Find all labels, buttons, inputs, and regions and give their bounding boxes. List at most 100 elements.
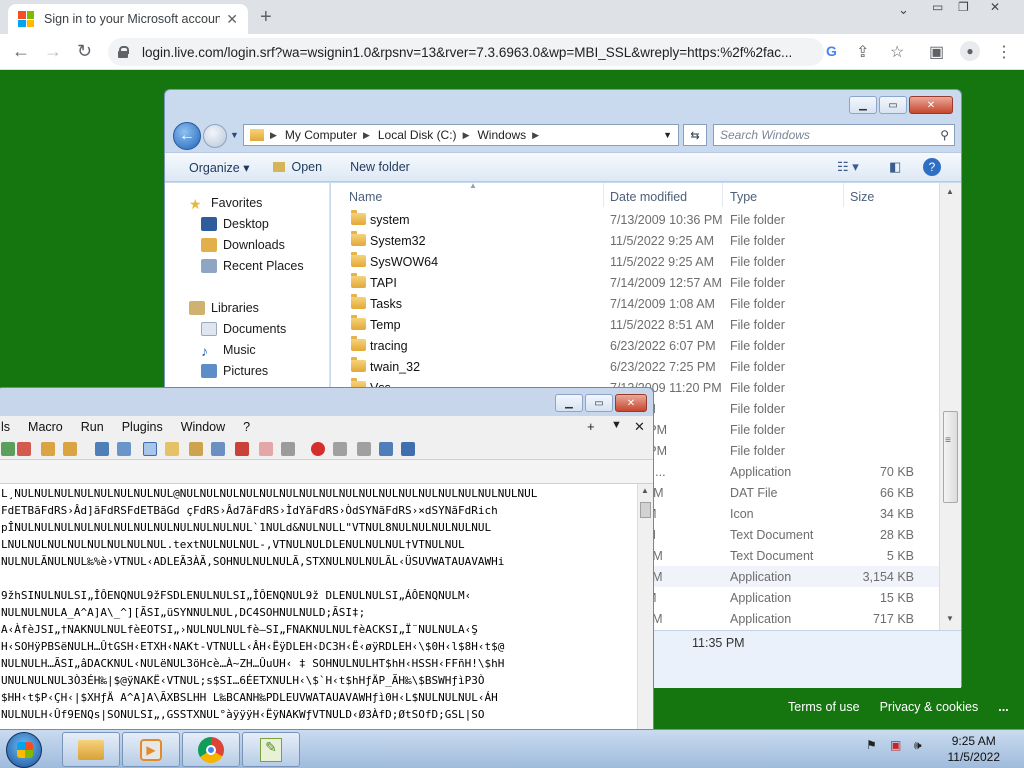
record-macro-icon[interactable] <box>311 442 325 456</box>
minimize-icon[interactable]: ▭ <box>932 0 943 14</box>
column-name[interactable]: Name <box>349 190 382 204</box>
toolbar-icon-2[interactable] <box>17 442 31 456</box>
toolbar-icon-5[interactable] <box>95 442 109 456</box>
close-icon[interactable]: ✕ <box>909 96 953 114</box>
nav-libraries[interactable]: Libraries <box>189 301 259 315</box>
share-icon[interactable]: ⇪ <box>856 42 869 62</box>
reload-icon[interactable]: ↻ <box>77 41 92 62</box>
profile-avatar-icon[interactable]: ● <box>960 41 980 61</box>
close-doc-icon[interactable]: ✕ <box>634 419 645 435</box>
nav-favorites[interactable]: ★ Favorites <box>189 196 262 212</box>
maximize-icon[interactable]: ▭ <box>879 96 907 114</box>
file-row[interactable]: twain_32 6/23/2022 7:25 PM File folder <box>331 356 939 377</box>
side-panel-icon[interactable]: ▣ <box>929 42 944 62</box>
toolbar-icon-3[interactable] <box>41 442 55 456</box>
breadcrumb-local-disk[interactable]: Local Disk (C:) <box>378 128 457 142</box>
menu-tools[interactable]: ls <box>1 420 10 434</box>
toolbar-icon-7[interactable] <box>143 442 157 456</box>
taskbar-chrome[interactable] <box>182 732 240 767</box>
nav-music[interactable]: ♪ Music <box>201 343 256 359</box>
toolbar-icon-12[interactable] <box>259 442 273 456</box>
file-row[interactable]: System32 11/5/2022 9:25 AM File folder <box>331 230 939 251</box>
stop-macro-icon[interactable] <box>333 442 347 456</box>
taskbar-explorer[interactable] <box>62 732 120 767</box>
refresh-icon[interactable]: ⇆ <box>683 124 707 146</box>
start-button[interactable] <box>6 732 42 768</box>
nav-recent-places[interactable]: Recent Places <box>201 259 304 273</box>
organize-button[interactable]: Organize ▾ <box>189 160 249 175</box>
preview-pane-icon[interactable]: ◧ <box>889 159 901 175</box>
toolbar-icon-1[interactable] <box>1 442 15 456</box>
editor-area[interactable]: L¸NULNULNULNULNULNULNULNUL@NULNULNULNULN… <box>0 484 637 732</box>
breadcrumb-windows[interactable]: Windows <box>477 128 526 142</box>
scrollbar-thumb[interactable] <box>640 502 651 518</box>
menu-help[interactable]: ? <box>243 420 250 434</box>
toolbar-icon-11[interactable] <box>235 442 249 456</box>
save-macro-icon[interactable] <box>401 442 415 456</box>
scrollbar-thumb[interactable] <box>943 411 958 503</box>
file-row[interactable]: Temp 11/5/2022 8:51 AM File folder <box>331 314 939 335</box>
scroll-down-icon[interactable]: ▼ <box>946 614 954 623</box>
history-dropdown-icon[interactable]: ▼ <box>230 130 239 140</box>
privacy-link[interactable]: Privacy & cookies <box>880 700 979 714</box>
tab-close-icon[interactable]: ✕ <box>226 11 238 28</box>
breadcrumb[interactable]: ▶ My Computer ▶ Local Disk (C:) ▶ Window… <box>243 124 679 146</box>
taskbar-media-player[interactable]: ▶ <box>122 732 180 767</box>
toolbar-icon-10[interactable] <box>211 442 225 456</box>
bookmark-star-icon[interactable]: ☆ <box>890 42 904 62</box>
column-size[interactable]: Size <box>850 190 874 204</box>
back-arrow-icon[interactable]: ← <box>12 41 30 62</box>
maximize-icon[interactable]: ▭ <box>585 394 613 412</box>
file-row[interactable]: Tasks 7/14/2009 1:08 AM File folder <box>331 293 939 314</box>
taskbar-notepad-plus[interactable]: ✎ <box>242 732 300 767</box>
toolbar-icon-4[interactable] <box>63 442 77 456</box>
help-icon[interactable]: ? <box>923 158 941 176</box>
address-bar[interactable]: login.live.com/login.srf?wa=wsignin1.0&r… <box>108 38 824 66</box>
close-icon[interactable]: ✕ <box>990 0 1000 14</box>
forward-arrow-icon[interactable]: → <box>44 41 62 62</box>
network-icon[interactable]: ▣ <box>890 738 901 752</box>
tab-search-icon[interactable]: ⌄ <box>898 2 909 18</box>
menu-plugins[interactable]: Plugins <box>122 420 163 434</box>
browser-tab[interactable]: Sign in to your Microsoft account ✕ <box>8 4 248 34</box>
list-docs-icon[interactable]: ▼ <box>611 419 622 431</box>
file-row[interactable]: TAPI 7/14/2009 12:57 AM File folder <box>331 272 939 293</box>
action-center-icon[interactable]: ⚑ <box>866 738 877 752</box>
google-translate-icon[interactable]: G <box>826 43 837 59</box>
new-tab-button[interactable]: + <box>260 6 272 29</box>
open-button[interactable]: Open <box>273 160 322 174</box>
file-row[interactable]: tracing 6/23/2022 6:07 PM File folder <box>331 335 939 356</box>
play-macro-icon[interactable] <box>357 442 371 456</box>
system-clock[interactable]: 9:25 AM 11/5/2022 <box>948 733 1001 765</box>
close-icon[interactable]: ✕ <box>615 394 647 412</box>
menu-kebab-icon[interactable]: ⋮ <box>996 42 1012 62</box>
address-dropdown-icon[interactable]: ▼ <box>663 130 672 140</box>
nav-desktop[interactable]: Desktop <box>201 217 269 231</box>
new-folder-button[interactable]: New folder <box>350 160 410 174</box>
menu-window[interactable]: Window <box>181 420 225 434</box>
file-list-scrollbar[interactable]: ▲ ≡ ▼ <box>939 183 961 688</box>
menu-macro[interactable]: Macro <box>28 420 63 434</box>
more-options-icon[interactable]: ... <box>998 700 1008 714</box>
column-date-modified[interactable]: Date modified <box>610 190 687 204</box>
nav-pictures[interactable]: Pictures <box>201 364 268 378</box>
editor-scrollbar[interactable]: ▲ <box>637 484 653 732</box>
file-row[interactable]: system 7/13/2009 10:36 PM File folder <box>331 209 939 230</box>
toolbar-icon-9[interactable] <box>189 442 203 456</box>
toolbar-icon-8[interactable] <box>165 442 179 456</box>
new-doc-icon[interactable]: + <box>587 419 595 434</box>
breadcrumb-my-computer[interactable]: My Computer <box>285 128 357 142</box>
terms-of-use-link[interactable]: Terms of use <box>788 700 860 714</box>
scroll-up-icon[interactable]: ▲ <box>641 486 649 495</box>
scroll-up-icon[interactable]: ▲ <box>946 187 954 196</box>
toolbar-icon-6[interactable] <box>117 442 131 456</box>
volume-icon[interactable]: 🕪 <box>914 738 922 753</box>
run-macro-multiple-icon[interactable] <box>379 442 393 456</box>
minimize-icon[interactable]: ▁ <box>849 96 877 114</box>
forward-arrow-icon[interactable] <box>203 124 227 148</box>
toolbar-icon-13[interactable] <box>281 442 295 456</box>
file-row[interactable]: SysWOW64 11/5/2022 9:25 AM File folder <box>331 251 939 272</box>
nav-documents[interactable]: Documents <box>201 322 286 336</box>
nav-downloads[interactable]: Downloads <box>201 238 285 252</box>
back-arrow-icon[interactable]: ← <box>173 122 201 150</box>
